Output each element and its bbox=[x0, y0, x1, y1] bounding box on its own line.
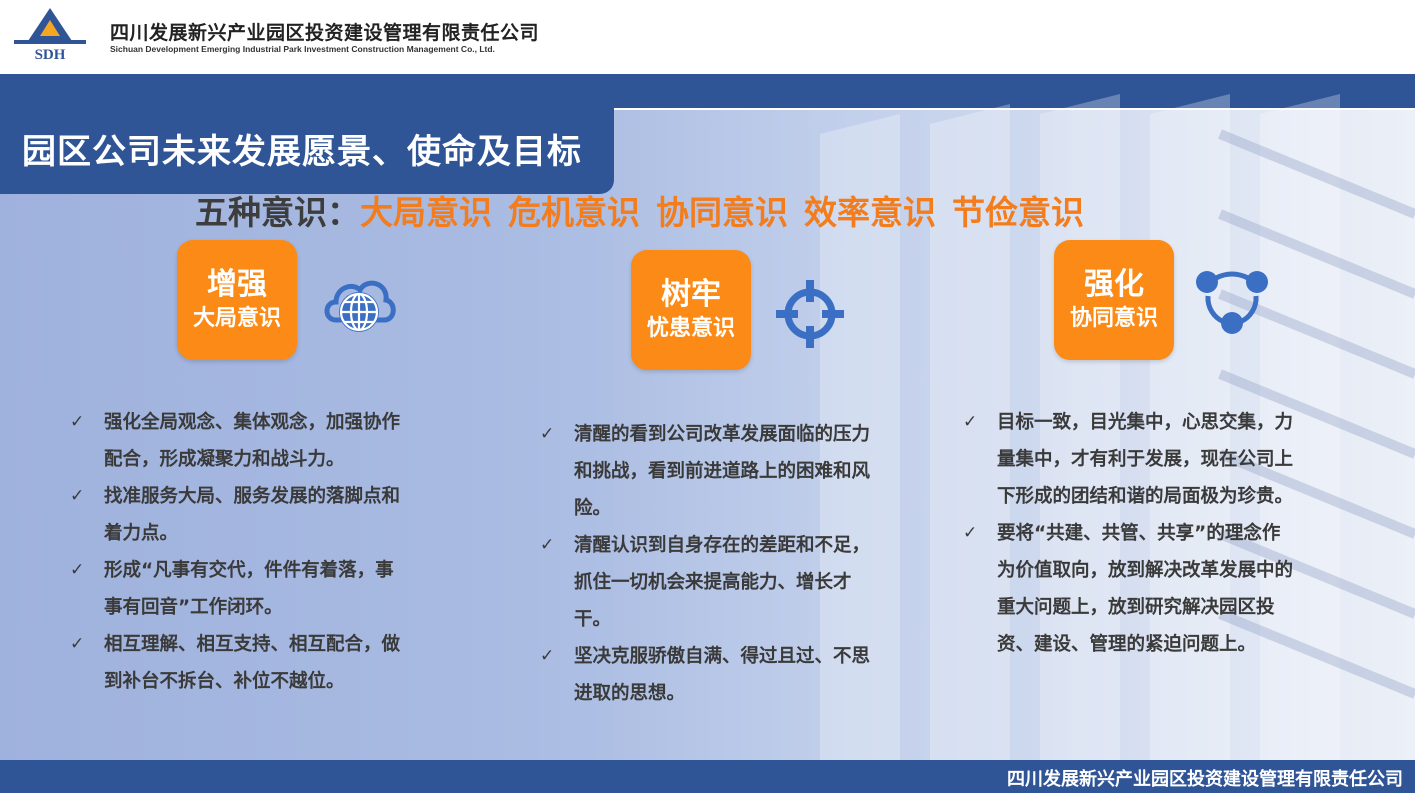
list-item: ✓ 清醒认识到自身存在的差距和不足，抓住一切机会来提高能力、增长才干。 bbox=[540, 527, 870, 638]
list-item: ✓ 强化全局观念、集体观念，加强协作配合，形成凝聚力和战斗力。 bbox=[70, 404, 400, 478]
check-icon: ✓ bbox=[540, 424, 555, 444]
list-item-text: 要将“共建、共管、共享”的理念作为价值取向，放到解决改革发展中的重大问题上，放到… bbox=[997, 523, 1294, 655]
list-item-text: 目标一致，目光集中，心思交集，力量集中，才有利于发展，现在公司上下形成的团结和谐… bbox=[997, 412, 1294, 507]
check-icon: ✓ bbox=[540, 535, 555, 555]
badge-overall-awareness: 增强 大局意识 bbox=[177, 240, 297, 360]
network-icon bbox=[1194, 266, 1270, 340]
list-item: ✓ 要将“共建、共管、共享”的理念作为价值取向，放到解决改革发展中的重大问题上，放… bbox=[963, 515, 1293, 663]
bullet-list-collaboration: ✓ 目标一致，目光集中，心思交集，力量集中，才有利于发展，现在公司上下形成的团结和… bbox=[963, 404, 1293, 663]
badge-title: 树牢 bbox=[661, 277, 721, 312]
subtitle-tag: 效率意识 bbox=[804, 193, 936, 232]
logo-text: SDH bbox=[35, 47, 66, 63]
check-icon: ✓ bbox=[70, 486, 85, 506]
badge-title: 增强 bbox=[207, 267, 267, 302]
badge-risk-awareness: 树牢 忧患意识 bbox=[631, 250, 751, 370]
check-icon: ✓ bbox=[540, 646, 555, 666]
list-item: ✓ 清醒的看到公司改革发展面临的压力和挑战，看到前进道路上的困难和风险。 bbox=[540, 416, 870, 527]
list-item-text: 找准服务大局、服务发展的落脚点和着力点。 bbox=[104, 486, 401, 544]
list-item: ✓ 坚决克服骄傲自满、得过且过、不思进取的思想。 bbox=[540, 638, 870, 712]
check-icon: ✓ bbox=[70, 634, 85, 654]
check-icon: ✓ bbox=[70, 560, 85, 580]
footer-company-name: 四川发展新兴产业园区投资建设管理有限责任公司 bbox=[1007, 769, 1403, 790]
list-item-text: 坚决克服骄傲自满、得过且过、不思进取的思想。 bbox=[574, 646, 871, 704]
badge-subtitle: 协同意识 bbox=[1069, 306, 1158, 331]
subtitle-tag: 大局意识 bbox=[360, 193, 492, 232]
check-icon: ✓ bbox=[963, 412, 978, 432]
list-item-text: 形成“凡事有交代，件件有着落，事事有回音”工作闭环。 bbox=[104, 560, 394, 618]
check-icon: ✓ bbox=[963, 523, 978, 543]
target-icon bbox=[774, 278, 846, 354]
bullet-list-overall: ✓ 强化全局观念、集体观念，加强协作配合，形成凝聚力和战斗力。 ✓ 找准服务大局、服… bbox=[70, 404, 400, 700]
company-name-cn: 四川发展新兴产业园区投资建设管理有限责任公司 bbox=[110, 22, 540, 44]
subtitle-lead: 五种意识： bbox=[195, 193, 360, 232]
badge-subtitle: 忧患意识 bbox=[646, 316, 735, 341]
list-item-text: 相互理解、相互支持、相互配合，做到补台不拆台、补位不越位。 bbox=[104, 634, 401, 692]
list-item: ✓ 相互理解、相互支持、相互配合，做到补台不拆台、补位不越位。 bbox=[70, 626, 400, 700]
company-name-en: Sichuan Development Emerging Industrial … bbox=[110, 44, 495, 54]
list-item-text: 清醒认识到自身存在的差距和不足，抓住一切机会来提高能力、增长才干。 bbox=[574, 535, 871, 630]
badge-collaboration-awareness: 强化 协同意识 bbox=[1054, 240, 1174, 360]
bullet-list-risk: ✓ 清醒的看到公司改革发展面临的压力和挑战，看到前进道路上的困难和风险。 ✓ 清醒认… bbox=[540, 416, 870, 712]
subtitle-tag: 协同意识 bbox=[656, 193, 788, 232]
five-awareness-heading: 五种意识：大局意识 危机意识 协同意识 效率意识 节俭意识 bbox=[195, 186, 1100, 234]
badge-title: 强化 bbox=[1084, 267, 1144, 302]
check-icon: ✓ bbox=[70, 412, 85, 432]
page-title: 园区公司未来发展愿景、使命及目标 bbox=[22, 132, 582, 172]
subtitle-tag: 危机意识 bbox=[508, 193, 640, 232]
header-bar: SDH 四川发展新兴产业园区投资建设管理有限责任公司 Sichuan Devel… bbox=[0, 0, 1415, 74]
list-item: ✓ 找准服务大局、服务发展的落脚点和着力点。 bbox=[70, 478, 400, 552]
list-item: ✓ 形成“凡事有交代，件件有着落，事事有回音”工作闭环。 bbox=[70, 552, 400, 626]
list-item: ✓ 目标一致，目光集中，心思交集，力量集中，才有利于发展，现在公司上下形成的团结和… bbox=[963, 404, 1293, 515]
title-banner: 园区公司未来发展愿景、使命及目标 bbox=[0, 104, 614, 194]
company-logo: SDH bbox=[12, 6, 88, 64]
badge-subtitle: 大局意识 bbox=[192, 306, 281, 331]
slide-body: 园区公司未来发展愿景、使命及目标 五种意识：大局意识 危机意识 协同意识 效率意识 节俭… bbox=[0, 74, 1415, 760]
footer-bar: 四川发展新兴产业园区投资建设管理有限责任公司 bbox=[0, 760, 1415, 793]
globe-cloud-icon bbox=[322, 270, 396, 344]
list-item-text: 强化全局观念、集体观念，加强协作配合，形成凝聚力和战斗力。 bbox=[104, 412, 401, 470]
subtitle-tag: 节俭意识 bbox=[952, 193, 1084, 232]
title-divider bbox=[614, 108, 1415, 110]
list-item-text: 清醒的看到公司改革发展面临的压力和挑战，看到前进道路上的困难和风险。 bbox=[574, 424, 871, 519]
